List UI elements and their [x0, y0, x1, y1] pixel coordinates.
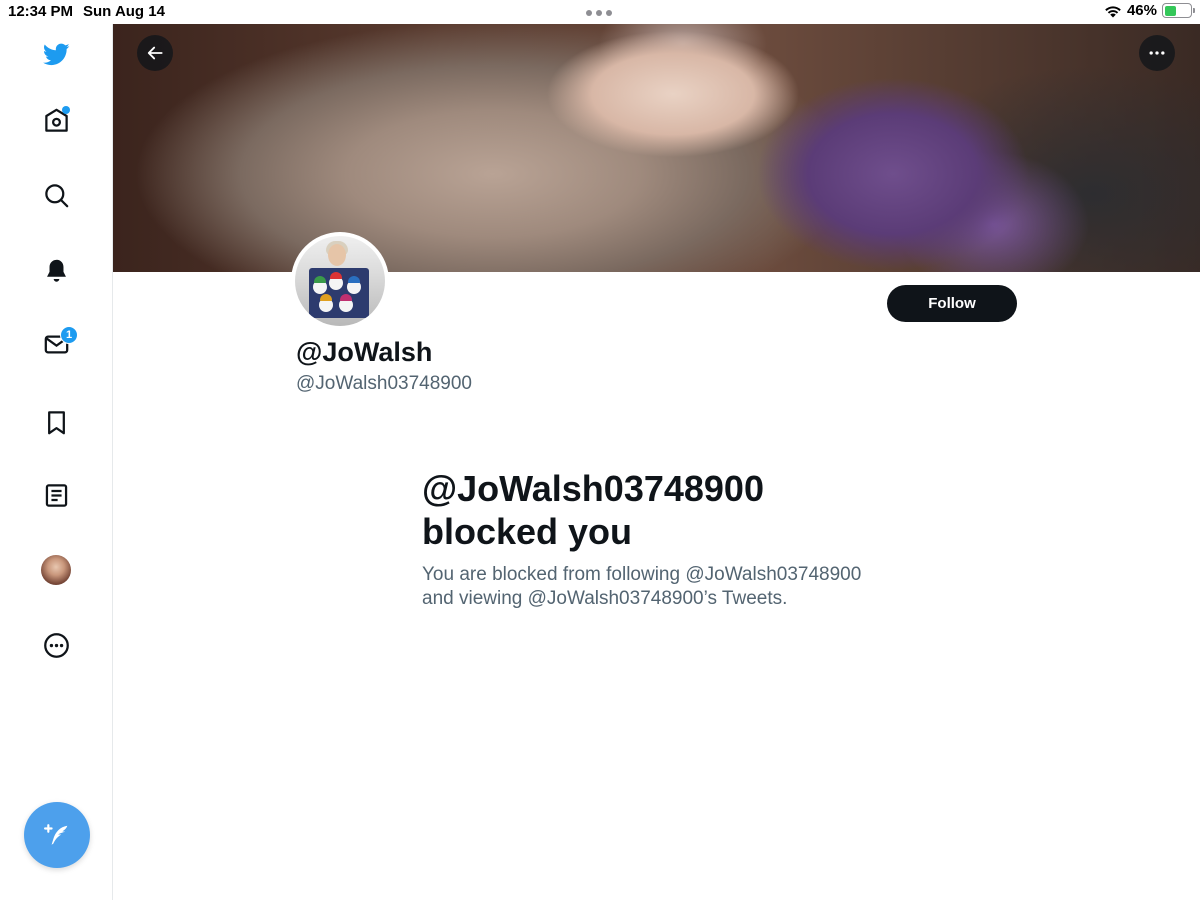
compose-tweet-button[interactable] [24, 802, 90, 868]
follow-button[interactable]: Follow [887, 285, 1017, 322]
messages-count-badge: 1 [60, 326, 78, 344]
status-bar: 12:34 PM Sun Aug 14 46% [0, 0, 1200, 24]
arrow-left-icon [147, 46, 163, 60]
search-icon [44, 183, 68, 207]
wifi-icon [1105, 5, 1121, 17]
profile-avatar[interactable] [291, 232, 389, 330]
blocked-title-handle: @JoWalsh03748900 [422, 468, 764, 509]
compose-tweet-icon [44, 824, 68, 845]
sidebar-item-bookmarks[interactable] [36, 402, 76, 442]
blocked-notice-description: You are blocked from following @JoWalsh0… [422, 563, 922, 611]
blocked-notice-title: @JoWalsh03748900 blocked you [422, 467, 922, 553]
sidebar-item-explore[interactable] [36, 175, 76, 215]
status-date: Sun Aug 14 [83, 3, 165, 20]
blocked-title-text: blocked you [422, 511, 633, 552]
bookmark-icon [47, 410, 65, 434]
more-options-button[interactable] [1139, 35, 1175, 71]
battery-icon [1162, 3, 1195, 18]
sidebar-item-home[interactable] [36, 100, 76, 140]
sidebar-item-lists[interactable] [36, 475, 76, 515]
twitter-logo-icon[interactable] [36, 34, 76, 74]
sidebar-item-profile[interactable] [36, 550, 76, 590]
blocked-desc-line2: and viewing @JoWalsh03748900’s Tweets. [422, 588, 788, 609]
sidebar: 1 [0, 24, 113, 900]
more-horizontal-icon [1149, 51, 1165, 55]
profile-display-name: @JoWalsh [296, 337, 433, 367]
status-right: 46% [1104, 2, 1195, 19]
profile-banner [113, 24, 1200, 272]
bell-icon [46, 259, 66, 282]
home-unread-dot [62, 106, 70, 114]
avatar [41, 555, 71, 585]
sidebar-item-more[interactable] [36, 625, 76, 665]
list-icon [45, 483, 67, 507]
more-circle-icon [43, 632, 69, 658]
battery-percent: 46% [1126, 2, 1157, 19]
banner-image [113, 24, 1200, 272]
multitasking-dots-icon[interactable] [586, 10, 612, 16]
profile-handle: @JoWalsh03748900 [296, 373, 472, 394]
sidebar-item-messages[interactable]: 1 [36, 324, 78, 364]
blocked-desc-line1: You are blocked from following @JoWalsh0… [422, 564, 862, 585]
sidebar-item-notifications[interactable] [36, 250, 76, 290]
back-button[interactable] [137, 35, 173, 71]
status-time: 12:34 PM [8, 3, 74, 20]
